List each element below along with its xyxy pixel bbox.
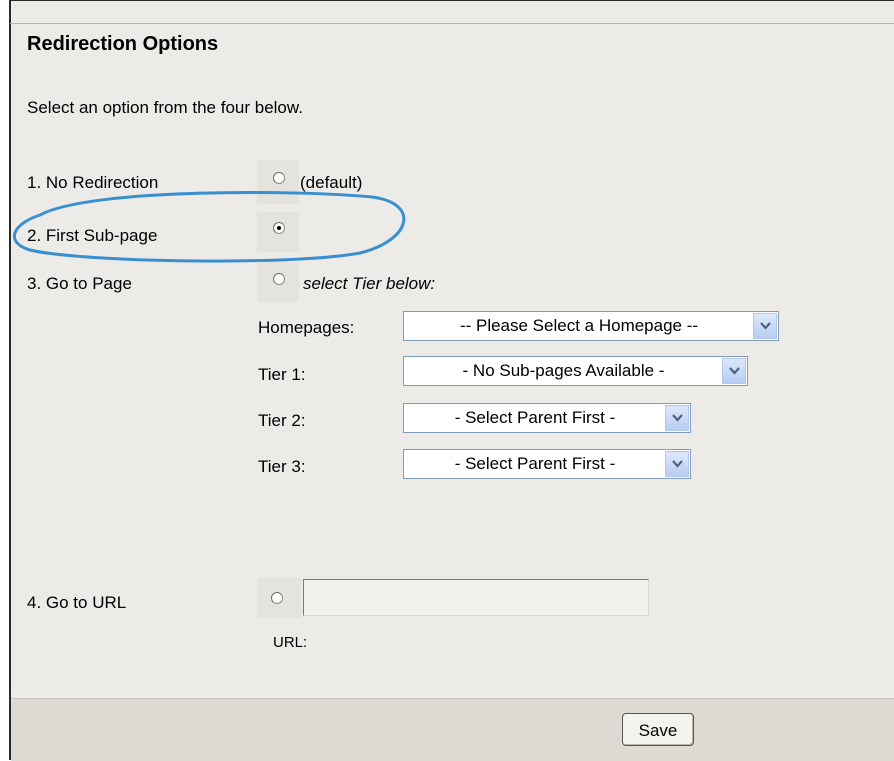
option-go-to-url-label: 4. Go to URL (27, 593, 127, 612)
option-first-subpage-label: 2. First Sub-page (27, 226, 158, 245)
select-tier-text: select Tier below: (303, 274, 436, 293)
top-divider (10, 23, 894, 24)
footer-bar (11, 698, 894, 761)
tier3-select[interactable]: - Select Parent First - (403, 449, 691, 479)
tier3-label: Tier 3: (258, 457, 306, 476)
tier2-select[interactable]: - Select Parent First - (403, 403, 691, 433)
save-button[interactable]: Save (622, 713, 694, 746)
option-no-redirection-label: 1. No Redirection (27, 173, 159, 192)
tier1-select[interactable]: - No Sub-pages Available - (403, 356, 748, 386)
intro-text: Select an option from the four below. (27, 98, 303, 117)
tier1-select-value: - No Sub-pages Available - (462, 361, 665, 380)
tier3-select-value: - Select Parent First - (454, 454, 616, 473)
url-label: URL: (273, 634, 308, 651)
tier1-label: Tier 1: (258, 365, 306, 384)
chevron-down-icon[interactable] (665, 451, 689, 477)
no-redirection-radio[interactable] (273, 172, 285, 184)
tier2-label: Tier 2: (258, 411, 306, 430)
url-input[interactable] (303, 579, 649, 616)
option-go-to-page-label: 3. Go to Page (27, 274, 132, 293)
default-text: (default) (300, 173, 363, 192)
chevron-down-icon[interactable] (753, 313, 777, 339)
homepage-select-value: -- Please Select a Homepage -- (459, 316, 699, 335)
homepage-select[interactable]: -- Please Select a Homepage -- (403, 311, 779, 341)
go-to-page-radio[interactable] (273, 273, 285, 285)
first-subpage-radio[interactable] (273, 222, 285, 234)
chevron-down-icon[interactable] (722, 358, 746, 384)
section-title: Redirection Options (27, 33, 219, 55)
go-to-url-radio[interactable] (271, 592, 283, 604)
tier2-select-value: - Select Parent First - (454, 408, 616, 427)
homepages-label: Homepages: (258, 318, 355, 337)
chevron-down-icon[interactable] (665, 405, 689, 431)
